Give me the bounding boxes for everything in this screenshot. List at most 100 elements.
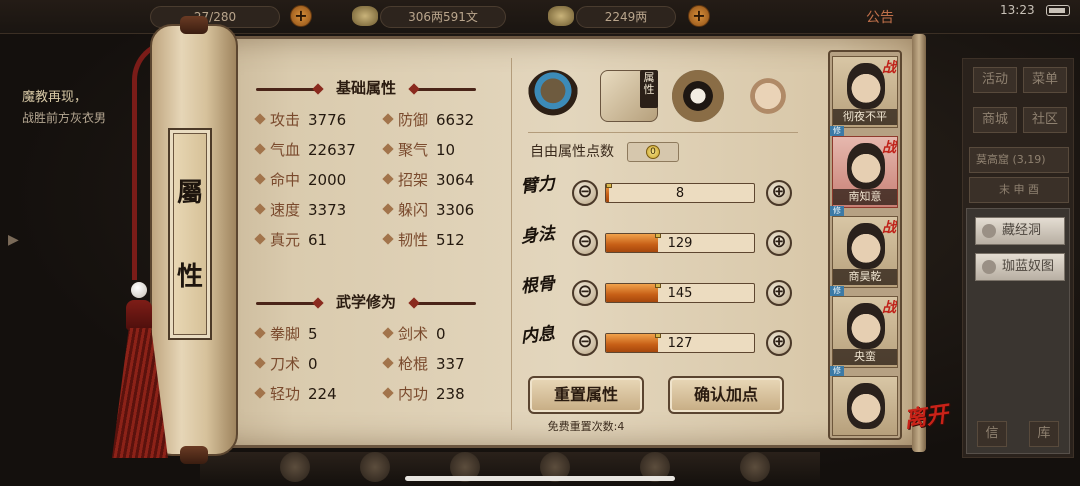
- skill-spear-staff: 枪棍 337: [382, 352, 465, 376]
- skill-value: 337: [436, 355, 465, 373]
- bottom-nav-icon[interactable]: [740, 452, 770, 482]
- bar-marker-icon: [654, 234, 661, 238]
- inner-breath-minus-button[interactable]: ⊖: [572, 330, 598, 356]
- stat-attack: 攻击 3776: [254, 108, 346, 132]
- stat-name: 气血: [270, 141, 301, 159]
- skill-value: 238: [436, 385, 465, 403]
- constitution-plus-button[interactable]: ⊕: [766, 280, 792, 306]
- diamond-icon: [254, 357, 266, 369]
- location-label: 莫高窟 (3,19): [969, 147, 1069, 173]
- agility-plus-button[interactable]: ⊕: [766, 230, 792, 256]
- party-member[interactable]: [832, 376, 898, 436]
- diamond-icon: [254, 387, 266, 399]
- expand-left-arrow-icon[interactable]: ▶: [8, 232, 22, 252]
- stat-toughness: 韧性 512: [382, 228, 465, 252]
- stat-name: 聚气: [398, 141, 429, 159]
- kalan-map-label: 珈蓝奴图: [1002, 259, 1055, 274]
- tab-divider: [528, 132, 798, 133]
- kalan-map-button[interactable]: 珈蓝奴图: [975, 253, 1065, 281]
- status-clock: 13:23: [1000, 3, 1035, 17]
- stat-hp: 气血 22637: [254, 138, 356, 162]
- scroll-right-roller: [912, 34, 926, 452]
- diamond-icon: [254, 143, 266, 155]
- agility-minus-button[interactable]: ⊖: [572, 230, 598, 256]
- reset-attributes-button[interactable]: 重置属性: [528, 376, 644, 414]
- copper-counter: 306两591文: [380, 6, 506, 28]
- leave-button[interactable]: 离开: [903, 402, 953, 455]
- shop-button[interactable]: 商城: [973, 107, 1017, 133]
- bar-marker-icon: [654, 284, 661, 288]
- stamina-add-button[interactable]: +: [290, 5, 312, 27]
- constitution-minus-button[interactable]: ⊖: [572, 280, 598, 306]
- stat-value: 61: [308, 231, 328, 249]
- stat-name: 韧性: [398, 231, 429, 249]
- skill-fist: 拳脚 5: [254, 322, 318, 346]
- activity-button[interactable]: 活动: [973, 67, 1017, 93]
- stat-value: 3306: [436, 201, 475, 219]
- member-portrait: [847, 383, 885, 429]
- menu-button[interactable]: 菜单: [1023, 67, 1067, 93]
- basic-attributes-heading: 基础属性: [335, 79, 396, 97]
- member-portrait: [847, 223, 885, 269]
- party-member-selected[interactable]: 战 南知意: [832, 136, 898, 208]
- diamond-icon: [382, 173, 394, 185]
- party-member[interactable]: 战 商昊乾: [832, 216, 898, 288]
- scroll-title-char-2: 性: [176, 262, 203, 292]
- confirm-points-button[interactable]: 确认加点: [668, 376, 784, 414]
- column-divider: [511, 58, 512, 430]
- stat-value: 512: [436, 231, 465, 249]
- stat-value: 3373: [308, 201, 347, 219]
- location-name: 莫高窟: [976, 153, 1009, 166]
- bottom-nav-icon[interactable]: [280, 452, 310, 482]
- heading-ornament-left: [256, 88, 318, 91]
- diamond-icon: [382, 387, 394, 399]
- bagua-icon[interactable]: [672, 70, 724, 122]
- skill-name: 拳脚: [270, 325, 301, 343]
- diamond-icon: [254, 173, 266, 185]
- member-name: 央蛮: [833, 349, 897, 365]
- skill-name: 枪棍: [398, 355, 429, 373]
- roller-top-cap: [180, 16, 208, 34]
- star-icon: [982, 224, 996, 238]
- inner-breath-plus-button[interactable]: ⊕: [766, 330, 792, 356]
- heading-ornament-right: [414, 302, 476, 305]
- cultivate-tag: 修: [830, 206, 844, 216]
- diamond-icon: [254, 327, 266, 339]
- stat-name: 真元: [270, 231, 301, 249]
- scroll-title-plaque: [168, 128, 212, 340]
- strength-minus-button[interactable]: ⊖: [572, 180, 598, 206]
- tab-attributes-label[interactable]: 属性: [640, 70, 658, 108]
- battle-tag: 战: [882, 140, 896, 156]
- skill-name: 轻功: [270, 385, 301, 403]
- announcement-button[interactable]: 公告: [866, 7, 894, 27]
- stat-dodge: 躲闪 3306: [382, 198, 475, 222]
- skill-value: 224: [308, 385, 337, 403]
- party-member[interactable]: 战 彻夜不平: [832, 56, 898, 128]
- battle-tag: 战: [882, 220, 896, 236]
- stat-name: 防御: [398, 111, 429, 129]
- scripture-cave-button[interactable]: 藏经洞: [975, 217, 1065, 245]
- hat-icon[interactable]: [527, 70, 579, 122]
- free-points-value: 0: [646, 145, 660, 159]
- skill-name: 刀术: [270, 355, 301, 373]
- diamond-icon: [382, 143, 394, 155]
- strength-plus-button[interactable]: ⊕: [766, 180, 792, 206]
- bottom-nav-icon[interactable]: [360, 452, 390, 482]
- storage-button[interactable]: 库: [1029, 421, 1059, 447]
- diamond-icon: [254, 233, 266, 245]
- mail-button[interactable]: 信: [977, 421, 1007, 447]
- party-member[interactable]: 战 央蛮: [832, 296, 898, 368]
- stat-speed: 速度 3373: [254, 198, 347, 222]
- home-indicator: [405, 476, 675, 481]
- stat-defense: 防御 6632: [382, 108, 474, 132]
- stat-name: 速度: [270, 201, 301, 219]
- community-button[interactable]: 社区: [1023, 107, 1067, 133]
- diamond-icon: [382, 203, 394, 215]
- cultivate-tag: 修: [830, 366, 844, 376]
- skill-name: 剑术: [398, 325, 429, 343]
- member-portrait: [847, 63, 885, 109]
- gold-add-button[interactable]: +: [688, 5, 710, 27]
- meridian-body-icon[interactable]: [742, 70, 794, 122]
- roller-bottom-cap: [180, 446, 208, 464]
- battle-tag: 战: [882, 300, 896, 316]
